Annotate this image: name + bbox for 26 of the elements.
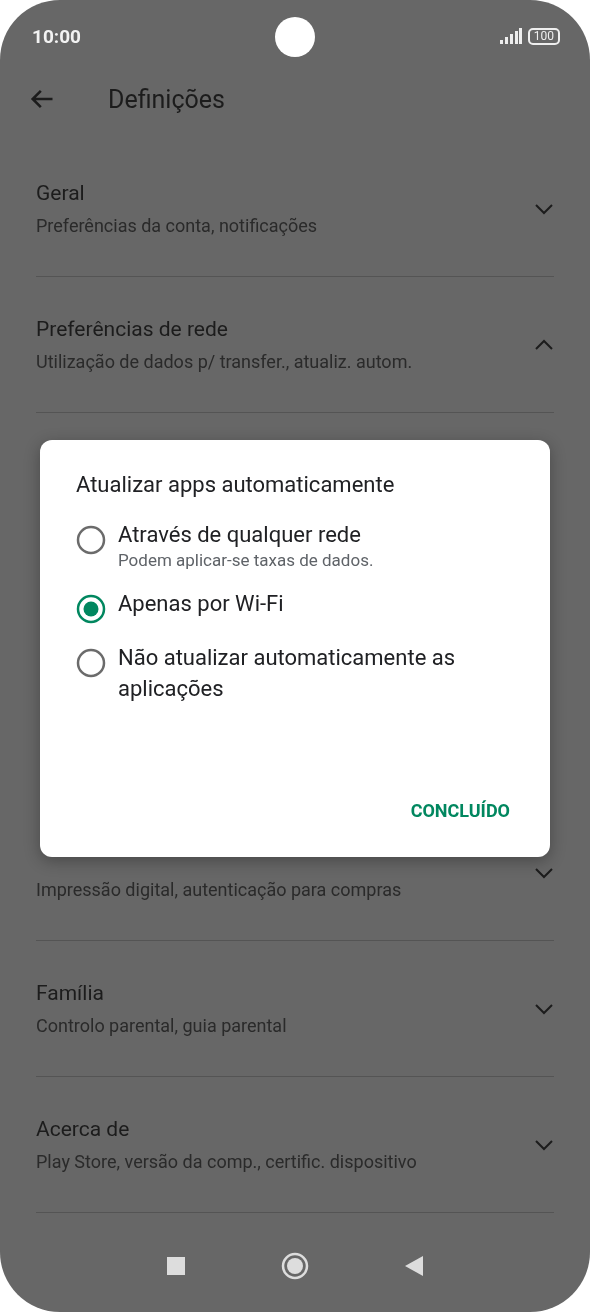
recents-button-icon[interactable] <box>167 1256 185 1275</box>
setting-subtitle: Controlo parental, guia parental <box>36 1015 288 1036</box>
option-label[interactable]: Não atualizar automaticamente as aplicações <box>118 642 514 704</box>
setting-title[interactable]: Acerca de <box>36 1117 532 1143</box>
setting-subtitle: Impressão digital, autenticação para compras <box>36 879 403 900</box>
radio-button[interactable] <box>76 648 106 678</box>
option-hint: Podem aplicar-se taxas de dados. <box>118 550 374 570</box>
setting-title[interactable]: Família <box>36 981 532 1007</box>
camera-cutout <box>275 17 315 57</box>
battery-indicator: 100 <box>527 27 560 45</box>
setting-subtitle: Play Store, versão da comp., certific. dispositivo <box>36 1151 418 1172</box>
signal-icon <box>499 28 522 44</box>
done-button[interactable]: CONCLUÍDO <box>406 794 514 827</box>
setting-subtitle: Preferências da conta, notificações <box>36 215 319 236</box>
home-button-icon[interactable] <box>281 1251 309 1280</box>
setting-title[interactable]: Preferências de rede <box>36 317 532 343</box>
status-time: 10:00 <box>32 24 81 48</box>
radio-button[interactable] <box>76 525 106 555</box>
dialog-title: Atualizar apps automaticamente <box>76 472 396 497</box>
radio-button[interactable] <box>76 594 106 624</box>
option-label[interactable]: Através de qualquer rede <box>118 519 374 550</box>
back-button-icon[interactable] <box>405 1255 423 1276</box>
setting-subtitle: Utilização de dados p/ transfer., atualiz. autom. <box>36 351 414 372</box>
setting-title[interactable]: Geral <box>36 181 532 207</box>
page-title: Definições <box>108 84 225 114</box>
option-label[interactable]: Apenas por Wi-Fi <box>118 588 284 619</box>
